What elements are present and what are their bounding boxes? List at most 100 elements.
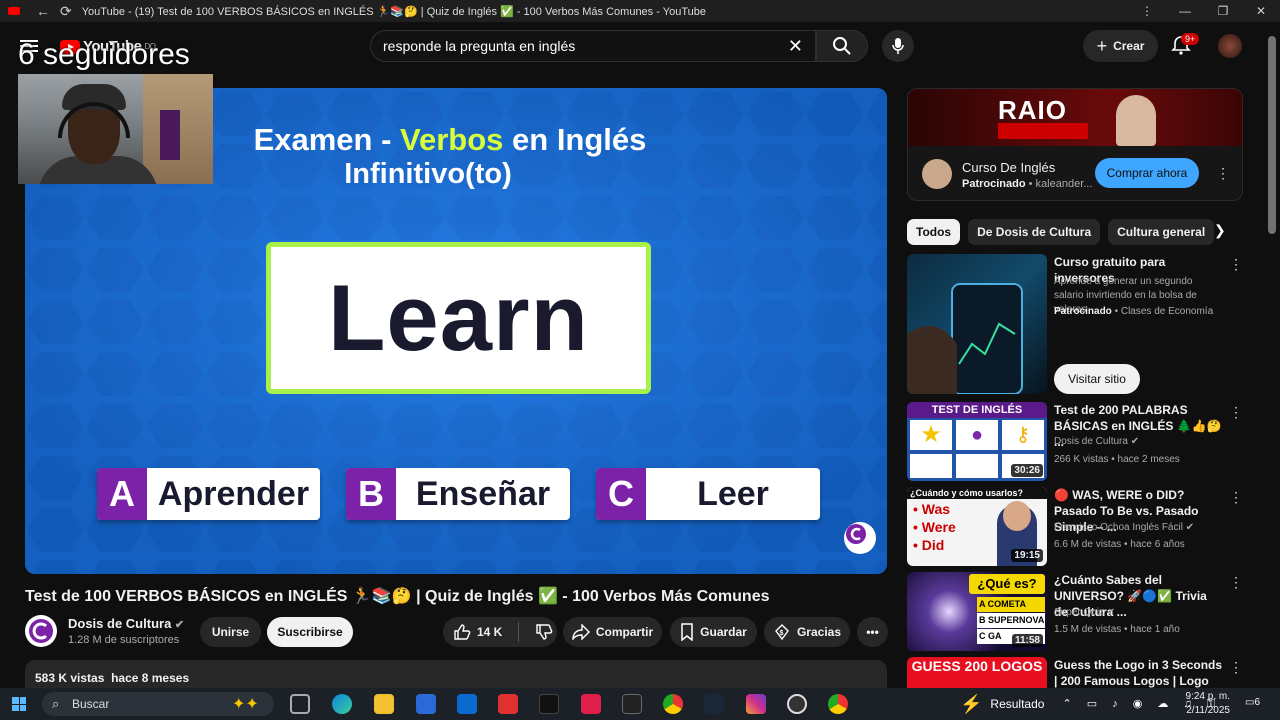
- answer-option-c: C Leer: [596, 468, 820, 520]
- rec-meta: 266 K vistas • hace 2 meses: [1054, 454, 1180, 465]
- youtube-header: YouTube DO responde la pregunta en inglé…: [0, 22, 1280, 70]
- ad-banner-text: RAIO: [998, 95, 1067, 125]
- search-query: responde la pregunta en inglés: [383, 38, 576, 54]
- ad-sponsor-line: Patrocinado • kaleander...: [962, 178, 1093, 190]
- chip-channel[interactable]: De Dosis de Cultura: [968, 219, 1101, 245]
- thumbs-down-icon[interactable]: [535, 623, 553, 641]
- list-item[interactable]: Curso gratuito para inversores Aprende a…: [907, 254, 1243, 396]
- channel-watermark-icon[interactable]: [844, 522, 876, 554]
- chrome-profile-icon[interactable]: [828, 694, 848, 714]
- microphone-icon: [892, 38, 904, 54]
- steam-icon[interactable]: [704, 694, 724, 714]
- ad-card[interactable]: RAIO Curso De Inglés Patrocinado • kalea…: [907, 88, 1243, 201]
- create-button[interactable]: + Crear: [1083, 30, 1158, 62]
- join-button[interactable]: Unirse: [200, 617, 261, 647]
- task-view-icon[interactable]: [290, 694, 310, 714]
- video-thumbnail[interactable]: [907, 254, 1047, 394]
- video-thumbnail[interactable]: ¿Qué es? A COMETA B SUPERNOVA C GA 11:58: [907, 572, 1047, 651]
- buy-now-button[interactable]: Comprar ahora: [1095, 158, 1199, 188]
- like-dislike-group: 14 K: [443, 617, 557, 647]
- rec-meta: 6.6 M de vistas • hace 6 años: [1054, 539, 1185, 550]
- youtube-app-icon[interactable]: [498, 694, 518, 714]
- duration-badge: 19:15: [1011, 549, 1043, 562]
- chrome-icon[interactable]: [663, 694, 683, 714]
- tiktok-icon[interactable]: [539, 694, 559, 714]
- more-actions-icon[interactable]: •••: [857, 617, 888, 647]
- rec-more-icon[interactable]: ⋮: [1229, 404, 1243, 421]
- duration-badge: 11:58: [1011, 634, 1043, 647]
- instagram-icon[interactable]: [746, 694, 766, 714]
- rec-title[interactable]: Guess the Logo in 3 Seconds | 200 Famous…: [1054, 657, 1224, 688]
- video-thumbnail[interactable]: TEST DE INGLÉS ★ ● ⚷ 30:26: [907, 402, 1047, 481]
- notifications-badge: 9+: [1181, 33, 1200, 45]
- plus-icon: +: [1096, 35, 1108, 56]
- voice-search-button[interactable]: [882, 30, 914, 62]
- windows-taskbar: ⌕ Buscar ✦✦ ⚡ Resultado ⌃ ▭ ♪ ◉ ☁ ♫ ⚿ 9:…: [0, 688, 1280, 720]
- recommendation-filter-chips: Todos De Dosis de Cultura Cultura genera…: [907, 219, 1215, 245]
- search-button[interactable]: [816, 30, 868, 62]
- share-button[interactable]: Compartir: [563, 617, 662, 647]
- channel-name[interactable]: Dosis de Cultura ✔: [68, 616, 184, 631]
- account-avatar[interactable]: [1218, 34, 1242, 58]
- chip-topic[interactable]: Cultura general: [1108, 219, 1215, 245]
- clear-search-icon[interactable]: ✕: [788, 36, 803, 57]
- tiktok-studio-icon[interactable]: [581, 694, 601, 714]
- chip-todos[interactable]: Todos: [907, 219, 961, 245]
- view-count: 583 K vistas: [35, 671, 105, 685]
- duration-badge: 30:26: [1011, 464, 1043, 477]
- video-thumbnail[interactable]: GUESS 200 LOGOS: [907, 657, 1047, 688]
- channel-avatar[interactable]: [25, 615, 57, 647]
- browser-titlebar: ← ⟳ YouTube - (19) Test de 100 VERBOS BÁ…: [0, 0, 1280, 22]
- store-icon[interactable]: [416, 694, 436, 714]
- obs-icon[interactable]: [787, 694, 807, 714]
- subscribe-button[interactable]: Suscribirse: [267, 617, 353, 647]
- webcam-overlay: [18, 74, 213, 184]
- ad-title[interactable]: Curso De Inglés: [962, 160, 1055, 175]
- minimize-icon[interactable]: —: [1166, 0, 1204, 22]
- ad-more-icon[interactable]: ⋮: [1216, 165, 1230, 182]
- davinci-icon[interactable]: [622, 694, 642, 714]
- search-icon: [833, 37, 851, 55]
- rec-sponsor: Patrocinado • Clases de Economía: [1054, 306, 1214, 317]
- close-window-icon[interactable]: ✕: [1242, 0, 1280, 22]
- windows-start-icon[interactable]: [12, 697, 26, 711]
- rec-more-icon[interactable]: ⋮: [1229, 256, 1243, 273]
- search-input[interactable]: responde la pregunta en inglés ✕: [370, 30, 816, 62]
- thanks-button[interactable]: $ Gracias: [764, 617, 850, 647]
- save-label: Guardar: [700, 625, 747, 639]
- youtube-favicon-icon: [8, 7, 20, 15]
- save-button[interactable]: Guardar: [670, 617, 757, 647]
- page-scrollbar[interactable]: [1268, 36, 1276, 234]
- maximize-icon[interactable]: ❐: [1204, 0, 1242, 22]
- notification-center-icon[interactable]: ▭6: [1245, 697, 1260, 708]
- taskbar-search[interactable]: ⌕ Buscar ✦✦: [42, 692, 274, 716]
- rec-more-icon[interactable]: ⋮: [1229, 574, 1243, 591]
- bookmark-icon: [681, 623, 693, 641]
- video-thumbnail[interactable]: ¿Cuándo y cómo usarlos? • Was • Were • D…: [907, 487, 1047, 566]
- outlook-icon[interactable]: [457, 694, 477, 714]
- clock[interactable]: 9:24 p. m. 2/11/2025: [1176, 690, 1230, 718]
- thumbs-up-icon: [454, 624, 471, 640]
- list-item[interactable]: TEST DE INGLÉS ★ ● ⚷ 30:26 Test de 200 P…: [907, 402, 1243, 481]
- weather-icon[interactable]: ⚡: [960, 694, 982, 715]
- like-button[interactable]: 14 K: [453, 623, 502, 641]
- reload-icon[interactable]: ⟳: [60, 3, 72, 20]
- edge-icon[interactable]: [332, 694, 352, 714]
- chevron-right-icon[interactable]: ❯: [1214, 222, 1226, 239]
- weather-label[interactable]: Resultado: [990, 697, 1044, 711]
- rec-more-icon[interactable]: ⋮: [1229, 489, 1243, 506]
- browser-menu-icon[interactable]: ⋮: [1128, 0, 1166, 22]
- visit-site-button[interactable]: Visitar sitio: [1054, 364, 1140, 394]
- rec-channel: Dosis de Cultura ✔: [1054, 436, 1140, 447]
- answer-option-a: A Aprender: [97, 468, 320, 520]
- rec-meta: 1.5 M de vistas • hace 1 año: [1054, 624, 1180, 635]
- list-item[interactable]: GUESS 200 LOGOS Guess the Logo in 3 Seco…: [907, 657, 1243, 688]
- back-arrow-icon[interactable]: ←: [36, 3, 50, 20]
- window-title: YouTube - (19) Test de 100 VERBOS BÁSICO…: [81, 5, 706, 18]
- list-item[interactable]: ¿Cuándo y cómo usarlos? • Was • Were • D…: [907, 487, 1243, 566]
- ad-avatar[interactable]: [922, 159, 952, 189]
- rec-more-icon[interactable]: ⋮: [1229, 659, 1243, 676]
- list-item[interactable]: ¿Qué es? A COMETA B SUPERNOVA C GA 11:58…: [907, 572, 1243, 651]
- video-title: Test de 100 VERBOS BÁSICOS en INGLÉS 🏃📚🤔…: [25, 588, 770, 605]
- file-explorer-icon[interactable]: [374, 694, 394, 714]
